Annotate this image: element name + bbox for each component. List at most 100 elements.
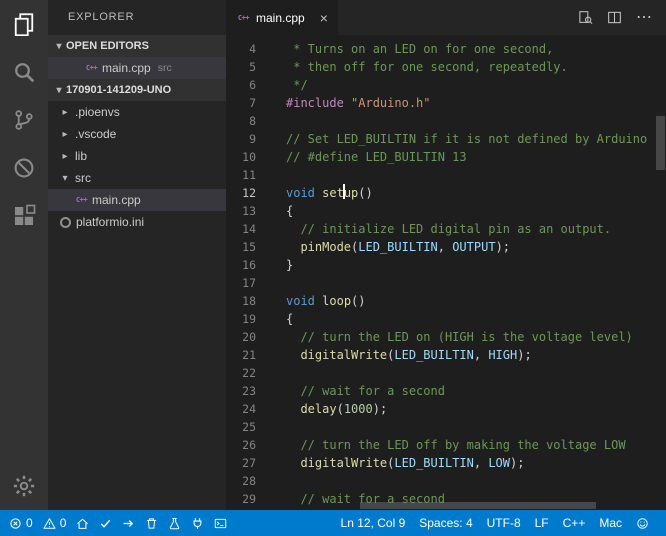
code-token: , — [437, 240, 453, 254]
more-actions-button[interactable] — [636, 9, 652, 27]
pio-terminal[interactable] — [209, 510, 232, 536]
line-number: 27 — [242, 456, 256, 470]
activity-bar-source-control[interactable] — [0, 96, 48, 144]
code-text: digitalWrite(LED_BUILTIN, HIGH); — [256, 346, 532, 364]
open-editor-main-cpp[interactable]: main.cpp src — [48, 57, 226, 79]
workspace-label: 170901-141209-UNO — [66, 84, 172, 96]
pio-home[interactable] — [71, 510, 94, 536]
pio-serial-monitor[interactable] — [186, 510, 209, 536]
chevron-down-icon — [58, 173, 72, 184]
code-line[interactable]: 22 — [226, 364, 666, 382]
code-line[interactable]: 19 { — [226, 310, 666, 328]
problems-errors[interactable]: 0 — [4, 510, 38, 536]
activity-bar-settings[interactable] — [0, 462, 48, 510]
problems-warnings[interactable]: 0 — [38, 510, 72, 536]
code-line[interactable]: 16} — [226, 256, 666, 274]
vertical-scrollbar[interactable] — [656, 116, 665, 170]
code-token: set — [322, 186, 344, 200]
sidebar-item-platformio-ini[interactable]: platformio.ini — [48, 211, 226, 233]
code-line[interactable]: 13 { — [226, 202, 666, 220]
code-line[interactable]: 21 digitalWrite(LED_BUILTIN, HIGH); — [226, 346, 666, 364]
chevron-down-icon — [52, 85, 66, 96]
code-line[interactable]: 26 // turn the LED off by making the vol… — [226, 436, 666, 454]
open-changes-button[interactable] — [578, 10, 593, 25]
code-token: { — [286, 312, 294, 326]
indentation[interactable]: Spaces: 4 — [412, 510, 479, 536]
tree-item-label: src — [75, 171, 91, 185]
split-editor-button[interactable] — [607, 10, 622, 25]
feedback[interactable] — [629, 510, 656, 536]
code-line[interactable]: 27 digitalWrite(LED_BUILTIN, LOW); — [226, 454, 666, 472]
pio-test[interactable] — [163, 510, 186, 536]
error-icon — [9, 517, 22, 530]
code-line[interactable]: 5 * then off for one second, repeatedly. — [226, 58, 666, 76]
tab-bar: main.cpp — [226, 0, 666, 35]
code-line[interactable]: 23 // wait for a second — [226, 382, 666, 400]
activity-bar-extensions[interactable] — [0, 192, 48, 240]
pio-clean[interactable] — [140, 510, 163, 536]
code-token: () — [358, 186, 373, 200]
code-token: LED_BUILTIN — [358, 240, 438, 254]
code-line[interactable]: 24 delay(1000); — [226, 400, 666, 418]
line-number: 28 — [242, 474, 256, 488]
code-line[interactable]: 18 void loop() — [226, 292, 666, 310]
language-mode[interactable]: C++ — [556, 510, 593, 536]
code-line[interactable]: 4 * Turns on an LED on for one second, — [226, 40, 666, 58]
sidebar: EXPLORER OPEN EDITORS main.cppsrc 170901… — [48, 0, 226, 510]
sidebar-item-pioenvs[interactable]: .pioenvs — [48, 101, 226, 123]
open-editors-header[interactable]: OPEN EDITORS — [48, 35, 226, 57]
line-number: 9 — [249, 132, 256, 146]
pio-upload[interactable] — [117, 510, 140, 536]
problems-warnings-label: 0 — [59, 516, 67, 530]
code-line[interactable]: 8 — [226, 112, 666, 130]
sidebar-item-main-cpp[interactable]: main.cpp — [48, 189, 226, 211]
open-editor-label: main.cpp — [102, 61, 151, 75]
chevron-right-icon — [58, 129, 72, 140]
code-line[interactable]: 14 // initialize LED digital pin as an o… — [226, 220, 666, 238]
code-area[interactable]: 4 * Turns on an LED on for one second, 5 … — [226, 35, 666, 510]
workspace-header[interactable]: 170901-141209-UNO — [48, 79, 226, 101]
code-line[interactable]: 15 pinMode(LED_BUILTIN, OUTPUT); — [226, 238, 666, 256]
code-line[interactable]: 17 — [226, 274, 666, 292]
code-line[interactable]: 20 // turn the LED on (HIGH is the volta… — [226, 328, 666, 346]
code-line[interactable]: 6 */ — [226, 76, 666, 94]
close-icon[interactable] — [320, 11, 328, 25]
code-token: delay — [300, 402, 337, 416]
code-text: */ — [256, 76, 307, 94]
code-token: void — [286, 294, 315, 308]
code-token: ); — [517, 348, 532, 362]
debug-icon — [12, 156, 36, 180]
code-text: void loop() — [256, 292, 366, 310]
activity-bar-debug[interactable] — [0, 144, 48, 192]
sidebar-item-lib[interactable]: lib — [48, 145, 226, 167]
code-line[interactable]: 9 // Set LED_BUILTIN if it is not defined… — [226, 130, 666, 148]
code-line[interactable]: 12 void setup() — [226, 184, 666, 202]
sidebar-item-vscode[interactable]: .vscode — [48, 123, 226, 145]
sidebar-item-src[interactable]: src — [48, 167, 226, 189]
pio-build[interactable] — [94, 510, 117, 536]
code-line[interactable]: 28 — [226, 472, 666, 490]
activity-bar-search[interactable] — [0, 48, 48, 96]
activity-bar-explorer[interactable] — [0, 0, 48, 48]
line-number: 19 — [242, 312, 256, 326]
status-bar-right: Ln 12, Col 9 Spaces: 4 UTF-8 LF C++ Mac — [334, 510, 656, 536]
code-line[interactable]: 7 #include "Arduino.h" — [226, 94, 666, 112]
horizontal-scrollbar[interactable] — [360, 502, 596, 509]
code-line[interactable]: 25 — [226, 418, 666, 436]
code-token: () — [351, 294, 366, 308]
plug-icon — [191, 517, 204, 530]
code-line[interactable]: 10 // #define LED_BUILTIN 13 — [226, 148, 666, 166]
cursor-position[interactable]: Ln 12, Col 9 — [334, 510, 413, 536]
code-line[interactable]: 11 — [226, 166, 666, 184]
code-token: , — [473, 348, 489, 362]
tab-main-cpp[interactable]: main.cpp — [226, 0, 338, 35]
code-token: digitalWrite — [300, 348, 388, 362]
code-token: HIGH — [488, 348, 518, 362]
keymap[interactable]: Mac — [592, 510, 629, 536]
encoding[interactable]: UTF-8 — [480, 510, 528, 536]
end-of-line[interactable]: LF — [528, 510, 556, 536]
